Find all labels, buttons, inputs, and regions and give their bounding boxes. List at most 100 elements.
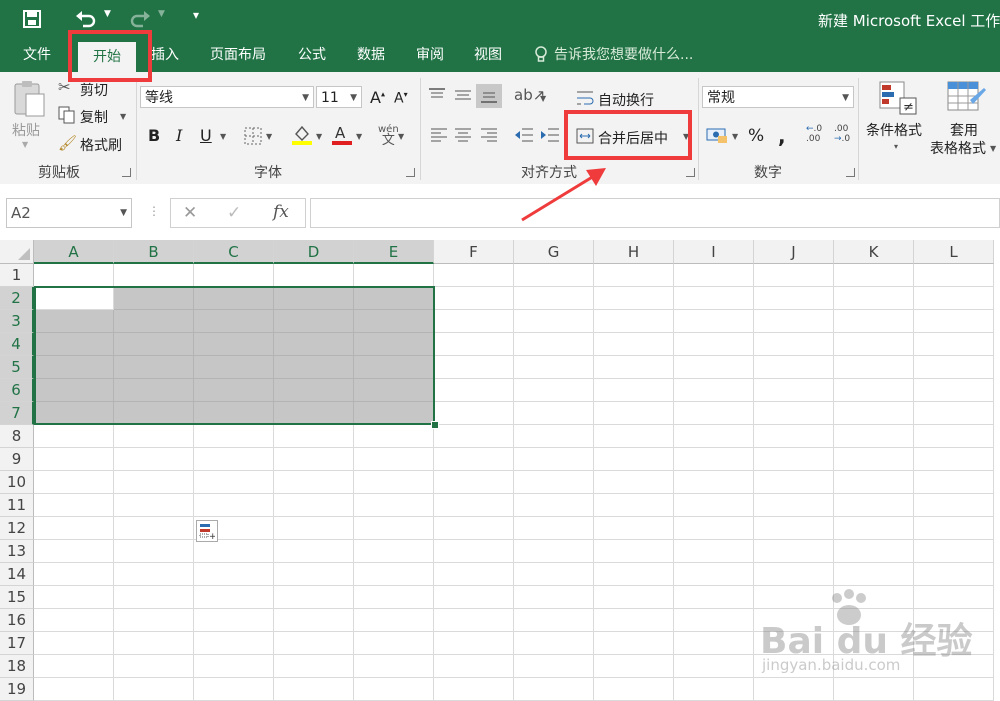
cell-l10[interactable]	[914, 471, 994, 494]
row-header-5[interactable]: 5	[0, 356, 34, 379]
copy-icon[interactable]	[58, 106, 76, 124]
cell-f13[interactable]	[434, 540, 514, 563]
cell-d10[interactable]	[274, 471, 354, 494]
cell-f18[interactable]	[434, 655, 514, 678]
cell-h12[interactable]	[594, 517, 674, 540]
accounting-dropdown-icon[interactable]: ▼	[732, 132, 738, 141]
phonetic-dropdown-icon[interactable]: ▼	[398, 132, 404, 141]
cell-b4[interactable]	[114, 333, 194, 356]
cell-a16[interactable]	[34, 609, 114, 632]
cell-h1[interactable]	[594, 264, 674, 287]
cell-l8[interactable]	[914, 425, 994, 448]
cell-k2[interactable]	[834, 287, 914, 310]
cell-e10[interactable]	[354, 471, 434, 494]
cell-k10[interactable]	[834, 471, 914, 494]
cell-i18[interactable]	[674, 655, 754, 678]
top-align-icon[interactable]	[428, 88, 446, 102]
cell-e3[interactable]	[354, 310, 434, 333]
cell-j19[interactable]	[754, 678, 834, 701]
cell-g18[interactable]	[514, 655, 594, 678]
copy-button[interactable]: 复制	[80, 107, 108, 127]
cell-j4[interactable]	[754, 333, 834, 356]
cell-j1[interactable]	[754, 264, 834, 287]
cell-c3[interactable]	[194, 310, 274, 333]
cell-e15[interactable]	[354, 586, 434, 609]
cell-g11[interactable]	[514, 494, 594, 517]
cell-a15[interactable]	[34, 586, 114, 609]
tab-page-layout[interactable]: 页面布局	[202, 38, 274, 72]
cell-i6[interactable]	[674, 379, 754, 402]
tab-review[interactable]: 审阅	[406, 38, 454, 72]
cell-l12[interactable]	[914, 517, 994, 540]
cell-f7[interactable]	[434, 402, 514, 425]
cell-h13[interactable]	[594, 540, 674, 563]
cell-f6[interactable]	[434, 379, 514, 402]
cell-f17[interactable]	[434, 632, 514, 655]
borders-dropdown-icon[interactable]: ▼	[266, 132, 272, 141]
cell-g1[interactable]	[514, 264, 594, 287]
wrap-text-button[interactable]: 自动换行	[598, 90, 654, 110]
cell-f10[interactable]	[434, 471, 514, 494]
column-header-l[interactable]: L	[914, 240, 994, 264]
cell-i16[interactable]	[674, 609, 754, 632]
increase-font-size-icon[interactable]: A▴	[370, 88, 385, 107]
cell-i4[interactable]	[674, 333, 754, 356]
cell-k11[interactable]	[834, 494, 914, 517]
cell-e5[interactable]	[354, 356, 434, 379]
column-header-h[interactable]: H	[594, 240, 674, 264]
cell-f2[interactable]	[434, 287, 514, 310]
cell-i1[interactable]	[674, 264, 754, 287]
cell-i8[interactable]	[674, 425, 754, 448]
row-header-18[interactable]: 18	[0, 655, 34, 678]
cell-b18[interactable]	[114, 655, 194, 678]
cell-k3[interactable]	[834, 310, 914, 333]
cell-f8[interactable]	[434, 425, 514, 448]
cell-l5[interactable]	[914, 356, 994, 379]
cell-l14[interactable]	[914, 563, 994, 586]
font-color-icon[interactable]: A	[332, 124, 352, 146]
cell-d17[interactable]	[274, 632, 354, 655]
cell-f9[interactable]	[434, 448, 514, 471]
fill-color-icon[interactable]	[292, 124, 312, 146]
phonetic-guide-icon[interactable]: wén 文	[378, 124, 399, 147]
cell-a9[interactable]	[34, 448, 114, 471]
cell-e8[interactable]	[354, 425, 434, 448]
cell-d5[interactable]	[274, 356, 354, 379]
cell-l6[interactable]	[914, 379, 994, 402]
font-size-combo[interactable]: 11 ▼	[316, 86, 362, 108]
percent-button[interactable]: %	[748, 126, 764, 146]
cell-b5[interactable]	[114, 356, 194, 379]
cell-i11[interactable]	[674, 494, 754, 517]
cell-e14[interactable]	[354, 563, 434, 586]
column-header-c[interactable]: C	[194, 240, 274, 264]
cell-e2[interactable]	[354, 287, 434, 310]
cell-b7[interactable]	[114, 402, 194, 425]
cell-e4[interactable]	[354, 333, 434, 356]
tab-file[interactable]: 文件	[12, 38, 62, 72]
cell-j2[interactable]	[754, 287, 834, 310]
cell-f1[interactable]	[434, 264, 514, 287]
cell-i9[interactable]	[674, 448, 754, 471]
decrease-font-size-icon[interactable]: A▾	[394, 90, 408, 107]
select-all-button[interactable]	[0, 240, 34, 264]
cell-c2[interactable]	[194, 287, 274, 310]
cell-f19[interactable]	[434, 678, 514, 701]
cell-g5[interactable]	[514, 356, 594, 379]
font-name-combo[interactable]: 等线 ▼	[140, 86, 314, 108]
conditional-dropdown-icon[interactable]: ▾	[894, 142, 898, 151]
cell-a10[interactable]	[34, 471, 114, 494]
cell-d2[interactable]	[274, 287, 354, 310]
decrease-indent-icon[interactable]	[514, 127, 534, 143]
cell-b11[interactable]	[114, 494, 194, 517]
align-center-icon[interactable]	[454, 128, 472, 142]
cell-e9[interactable]	[354, 448, 434, 471]
cell-h4[interactable]	[594, 333, 674, 356]
tab-data[interactable]: 数据	[346, 38, 396, 72]
cell-a3[interactable]	[34, 310, 114, 333]
cell-g7[interactable]	[514, 402, 594, 425]
cell-j14[interactable]	[754, 563, 834, 586]
cell-b1[interactable]	[114, 264, 194, 287]
cell-b13[interactable]	[114, 540, 194, 563]
cell-g19[interactable]	[514, 678, 594, 701]
column-header-f[interactable]: F	[434, 240, 514, 264]
